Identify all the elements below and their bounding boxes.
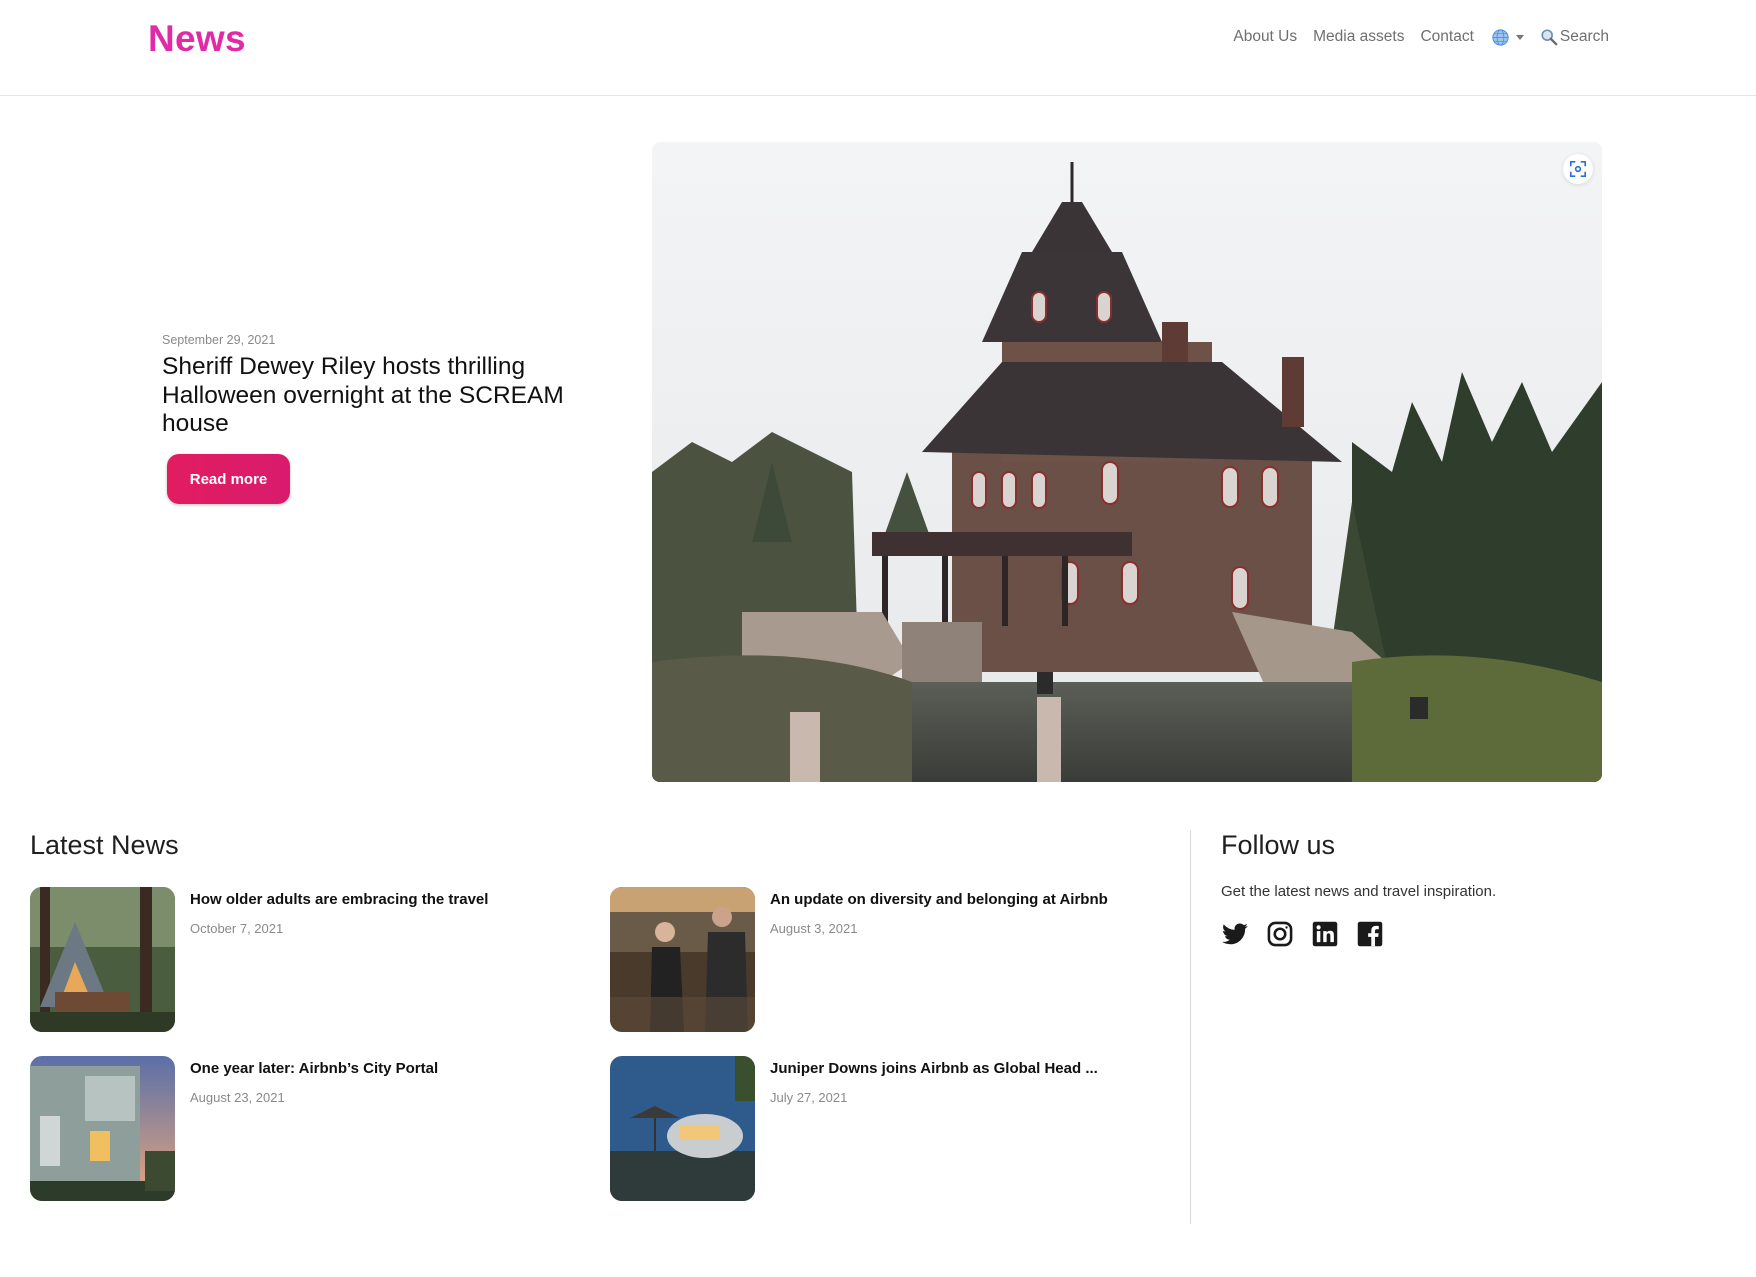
news-thumbnail	[30, 887, 175, 1032]
hero-date: September 29, 2021	[162, 333, 276, 347]
news-thumbnail	[610, 887, 755, 1032]
news-title[interactable]: An update on diversity and belonging at …	[770, 891, 1108, 908]
search-label: Search	[1559, 28, 1609, 45]
follow-us-subtitle: Get the latest news and travel inspirati…	[1221, 883, 1497, 900]
hero-text: September 29, 2021 Sheriff Dewey Riley h…	[162, 333, 602, 439]
globe-icon	[1492, 28, 1509, 46]
latest-news-heading: Latest News	[30, 830, 179, 860]
news-date: October 7, 2021	[190, 921, 284, 936]
nav-media-assets[interactable]: Media assets	[1313, 28, 1404, 46]
search-link[interactable]: Search	[1540, 28, 1609, 46]
chevron-down-icon	[1515, 34, 1524, 40]
hero-image[interactable]	[652, 142, 1602, 782]
news-item[interactable]: An update on diversity and belonging at …	[610, 887, 1170, 1032]
instagram-icon[interactable]	[1266, 920, 1294, 948]
search-icon	[1541, 29, 1558, 46]
news-title[interactable]: Juniper Downs joins Airbnb as Global Hea…	[770, 1060, 1098, 1077]
nav-contact[interactable]: Contact	[1420, 28, 1473, 46]
read-more-button[interactable]: Read more	[167, 454, 290, 504]
news-item[interactable]: Juniper Downs joins Airbnb as Global Hea…	[610, 1056, 1170, 1201]
linkedin-icon[interactable]	[1311, 920, 1339, 948]
column-divider	[1190, 830, 1191, 1224]
main-nav: About Us Media assets Contact Search	[1217, 28, 1609, 46]
scan-icon	[1569, 160, 1587, 178]
visual-search-button[interactable]	[1563, 154, 1593, 184]
language-selector[interactable]	[1492, 28, 1524, 46]
news-thumbnail	[610, 1056, 755, 1201]
site-logo[interactable]: News	[148, 18, 246, 60]
twitter-icon[interactable]	[1221, 920, 1249, 948]
news-item[interactable]: One year later: Airbnb’s City Portal Aug…	[30, 1056, 590, 1201]
news-title[interactable]: One year later: Airbnb’s City Portal	[190, 1060, 438, 1077]
news-date: August 3, 2021	[770, 921, 858, 936]
facebook-icon[interactable]	[1356, 920, 1384, 948]
news-item[interactable]: How older adults are embracing the trave…	[30, 887, 590, 1032]
news-thumbnail	[30, 1056, 175, 1201]
hero-title[interactable]: Sheriff Dewey Riley hosts thrilling Hall…	[162, 353, 602, 439]
news-date: August 23, 2021	[190, 1090, 285, 1105]
news-date: July 27, 2021	[770, 1090, 848, 1105]
follow-us-heading: Follow us	[1221, 830, 1336, 860]
news-title[interactable]: How older adults are embracing the trave…	[190, 891, 488, 908]
nav-about-us[interactable]: About Us	[1233, 28, 1297, 46]
site-header: News About Us Media assets Contact Searc…	[0, 0, 1756, 96]
social-links	[1221, 920, 1401, 948]
